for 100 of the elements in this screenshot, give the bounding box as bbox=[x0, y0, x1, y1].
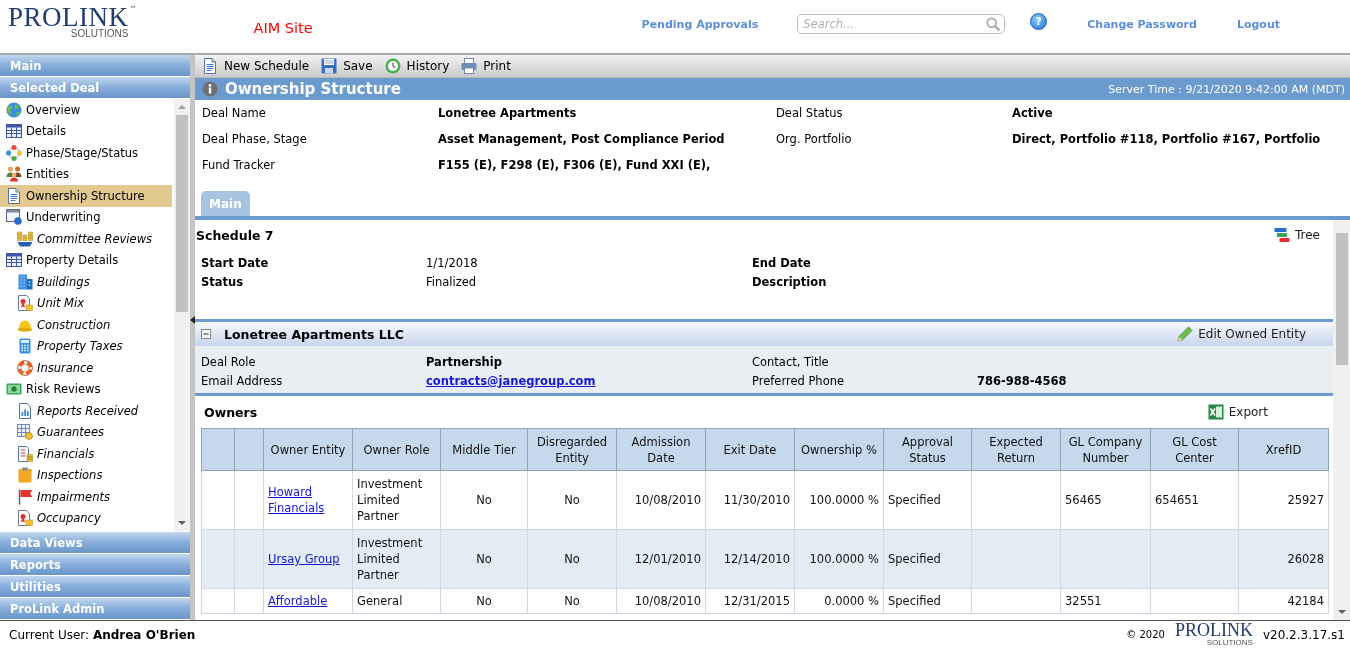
field-value: 786-988-4568 bbox=[977, 373, 1067, 388]
column-header: GL Cost Center bbox=[1150, 428, 1239, 471]
clipboard-icon bbox=[17, 467, 33, 484]
stacked-bars-icon bbox=[1274, 227, 1290, 243]
field-value: Direct, Portfolio #118, Portfolio #167, Portfolio bbox=[1012, 132, 1321, 146]
search-icon bbox=[986, 17, 1001, 31]
sidebar-subitem[interactable]: Committee Reviews bbox=[0, 228, 172, 250]
column-header: Expected Return bbox=[971, 428, 1061, 471]
spreadsheet-export-icon bbox=[1207, 404, 1224, 420]
page-title: Ownership Structure bbox=[225, 80, 401, 98]
table-cell: 42184 bbox=[1238, 588, 1329, 614]
sidebar-item[interactable]: Overview bbox=[0, 99, 172, 121]
toolbar-button[interactable]: New Schedule bbox=[202, 58, 310, 74]
toolbar-button[interactable]: Print bbox=[461, 58, 511, 74]
entity-name: Lonetree Apartments LLC bbox=[224, 326, 404, 342]
table-cell: General bbox=[352, 588, 441, 614]
logo-wordmark: PROLINK bbox=[8, 5, 129, 29]
table-cell: 100.0000 % bbox=[794, 529, 884, 589]
table-cell: 12/01/2010 bbox=[616, 529, 706, 589]
current-user-text: Current User: Andrea O'Brien bbox=[9, 627, 196, 642]
printer-icon bbox=[461, 58, 478, 74]
edit-button[interactable]: Edit Owned Entity bbox=[1177, 326, 1306, 342]
collapse-icon[interactable] bbox=[201, 329, 211, 339]
sidebar-item[interactable]: Entities bbox=[0, 163, 172, 185]
sidebar-subitem[interactable]: Buildings bbox=[0, 271, 172, 293]
sidebar-subitem[interactable]: Property Taxes bbox=[0, 335, 172, 357]
table-cell: No bbox=[440, 529, 528, 589]
sidebar-subitem[interactable]: Construction bbox=[0, 314, 172, 336]
table-cell: Specified bbox=[883, 470, 972, 530]
sidebar-item[interactable]: Risk Reviews bbox=[0, 378, 172, 400]
table-cell: 12/14/2010 bbox=[705, 529, 795, 589]
owner-link[interactable]: Howard Financials bbox=[268, 484, 348, 516]
sidebar-subitem[interactable]: Reports Received bbox=[0, 400, 172, 422]
scrollbar[interactable] bbox=[1333, 220, 1350, 620]
email-link[interactable]: contracts@janegroup.com bbox=[426, 373, 596, 388]
field-value: Finalized bbox=[426, 274, 477, 289]
scrollbar[interactable] bbox=[174, 99, 190, 531]
export-button[interactable]: Export bbox=[1207, 404, 1268, 420]
logo-wordmark: PROLINK bbox=[1174, 622, 1253, 638]
document-icon bbox=[6, 187, 22, 204]
sidebar-subitem[interactable]: Inspections bbox=[0, 464, 172, 486]
toolbar-button[interactable]: Save bbox=[321, 58, 373, 74]
lifebuoy-icon bbox=[17, 359, 33, 376]
field-value: Lonetree Apartments bbox=[438, 106, 577, 120]
table-cell: 10/08/2010 bbox=[616, 470, 706, 530]
column-header: Disregarded Entity bbox=[527, 428, 617, 471]
sidebar-item[interactable]: Phase/Stage/Status bbox=[0, 142, 172, 164]
column-header: Approval Status bbox=[883, 428, 972, 471]
table-icon bbox=[6, 252, 22, 269]
document-chart-icon bbox=[17, 402, 33, 419]
table-cell: 12/31/2015 bbox=[705, 588, 795, 614]
table-cell: 654651 bbox=[1150, 470, 1239, 530]
field-value: Partnership bbox=[426, 354, 502, 369]
certificate-icon bbox=[17, 295, 33, 312]
collapse-arrow-icon[interactable] bbox=[190, 316, 195, 324]
field-label: Status bbox=[201, 274, 244, 289]
sidebar-subitem[interactable]: Impairments bbox=[0, 486, 172, 508]
sidebar-item[interactable]: Underwriting bbox=[0, 206, 172, 228]
field-value: 1/1/2018 bbox=[426, 255, 478, 270]
table-cell: 25927 bbox=[1238, 470, 1329, 530]
globe-icon bbox=[6, 101, 22, 118]
column-header: Owner Role bbox=[352, 428, 441, 471]
field-value: Asset Management, Post Compliance Period bbox=[438, 132, 725, 146]
table-cell: No bbox=[527, 470, 617, 530]
owner-link[interactable]: Affordable bbox=[268, 593, 328, 609]
table-cell: 11/30/2010 bbox=[705, 470, 795, 530]
table-cell: Specified bbox=[883, 529, 972, 589]
sidebar-subitem[interactable]: Unit Mix bbox=[0, 292, 172, 314]
table-cell: 56465 bbox=[1060, 470, 1151, 530]
field-label: Email Address bbox=[201, 373, 283, 388]
table-cell: 100.0000 % bbox=[794, 470, 884, 530]
sidebar-subitem[interactable]: Insurance bbox=[0, 357, 172, 379]
field-label: Deal Role bbox=[201, 354, 256, 369]
sidebar-subitem[interactable]: Guarantees bbox=[0, 421, 172, 443]
sidebar-item[interactable]: Ownership Structure bbox=[0, 185, 172, 207]
field-label: End Date bbox=[752, 255, 811, 270]
sidebar-subitem[interactable]: Occupancy bbox=[0, 507, 172, 529]
ledger-icon bbox=[17, 445, 33, 462]
sidebar-item[interactable]: Property Details bbox=[0, 249, 172, 271]
column-header: XrefID bbox=[1238, 428, 1329, 471]
table-cell: No bbox=[527, 588, 617, 614]
certificate-icon bbox=[17, 510, 33, 527]
owner-link[interactable]: Ursay Group bbox=[268, 551, 340, 567]
flag-icon bbox=[17, 488, 33, 505]
field-value: Active bbox=[1012, 106, 1053, 120]
table-cell: No bbox=[527, 529, 617, 589]
table-cell: No bbox=[440, 470, 528, 530]
toolbar-button[interactable]: History bbox=[384, 58, 450, 74]
sidebar-subitem[interactable]: Financials bbox=[0, 443, 172, 465]
sidebar-item[interactable]: Details bbox=[0, 120, 172, 142]
table-cell: Investment Limited Partner bbox=[352, 529, 441, 589]
column-header: Owner Entity bbox=[263, 428, 353, 471]
coins-icon bbox=[17, 230, 33, 247]
field-label: Fund Tracker bbox=[202, 158, 275, 172]
tree-button[interactable]: Tree bbox=[1274, 227, 1320, 243]
people-icon bbox=[6, 166, 22, 183]
search-field[interactable]: Search... bbox=[797, 14, 1006, 34]
field-label: Org. Portfolio bbox=[776, 132, 852, 146]
server-time: Server Time : 9/21/2020 9:42:00 AM (MDT) bbox=[1108, 82, 1345, 96]
table-icon bbox=[6, 123, 22, 140]
